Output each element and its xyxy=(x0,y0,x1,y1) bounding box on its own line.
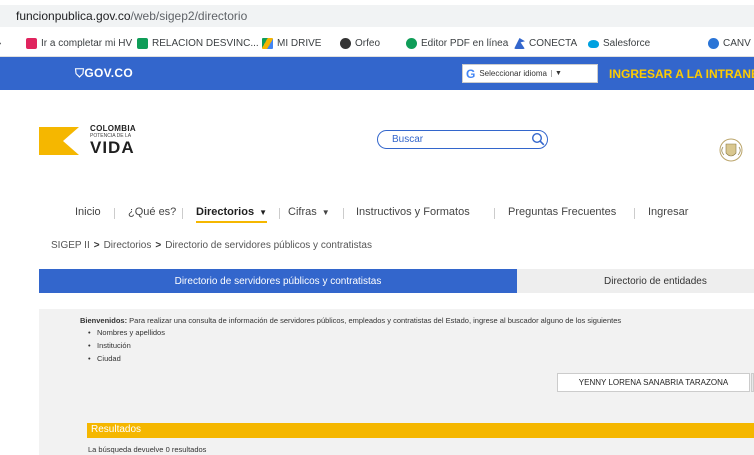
colombia-potencia-de-la-vida-logo[interactable]: COLOMBIA POTENCIA DE LA VIDA xyxy=(39,122,159,160)
sejda-icon xyxy=(406,38,417,49)
drive-icon xyxy=(262,38,273,49)
results-title: Resultados xyxy=(91,424,142,435)
nav-divider xyxy=(182,208,183,219)
logo-line1: COLOMBIA xyxy=(90,124,136,133)
tab-entidades[interactable]: Directorio de entidades xyxy=(517,269,754,293)
chevron-right-icon: > xyxy=(93,240,100,251)
search-box xyxy=(377,130,548,149)
browser-address-bar: funcionpublica.gov.co/web/sigep2/directo… xyxy=(0,0,754,31)
language-label: Seleccionar idioma xyxy=(479,69,547,78)
search-query-field[interactable]: YENNY LORENA SANABRIA TARAZONA xyxy=(557,373,750,392)
nav-directorios[interactable]: Directorios ▼ xyxy=(196,206,267,223)
bookmark-overflow[interactable]: › xyxy=(0,38,1,49)
nav-divider xyxy=(279,208,280,219)
google-translate-icon: G xyxy=(466,66,476,81)
list-item: Institución xyxy=(88,339,165,352)
bookmark-orfeo[interactable]: Orfeo xyxy=(340,38,380,49)
coat-of-arms-icon xyxy=(719,138,743,162)
bookmark-canva[interactable]: CANV xyxy=(708,38,751,49)
url-text[interactable]: funcionpublica.gov.co/web/sigep2/directo… xyxy=(16,9,247,23)
bookmark-label: CONECTA xyxy=(529,38,578,49)
search-input[interactable] xyxy=(392,133,517,146)
gov-co-bar: ⛉GOV.CO G Seleccionar idioma ▼ INGRESAR … xyxy=(0,57,754,90)
results-header: Resultados xyxy=(87,423,754,438)
search-criteria-list: Nombres y apellidos Institución Ciudad xyxy=(88,326,165,365)
breadcrumb: SIGEP II > Directorios > Directorio de servi… xyxy=(51,240,372,251)
nav-que-es[interactable]: ¿Qué es? xyxy=(128,206,176,218)
nav-divider xyxy=(343,208,344,219)
nav-ingresar[interactable]: Ingresar xyxy=(648,206,688,218)
search-icon[interactable] xyxy=(531,132,545,146)
nav-instructivos[interactable]: Instructivos y Formatos xyxy=(356,206,470,218)
logo-mark-icon xyxy=(39,127,79,155)
bookmark-relacion[interactable]: RELACION DESVINC... xyxy=(137,38,259,49)
bookmark-label: RELACION DESVINC... xyxy=(152,38,259,49)
bookmark-label: Orfeo xyxy=(355,38,381,49)
results-count-text: La búsqueda devuelve 0 resultados xyxy=(88,445,207,454)
canva-icon xyxy=(708,38,719,49)
logo-line3: VIDA xyxy=(90,138,135,157)
gov-co-logo[interactable]: ⛉GOV.CO xyxy=(75,66,133,81)
gov-shield-icon: ⛉ xyxy=(75,66,85,80)
breadcrumb-directorios[interactable]: Directorios xyxy=(104,240,152,251)
nav-divider xyxy=(634,208,635,219)
salesforce-cloud-icon xyxy=(588,39,599,48)
bookmark-label: MI DRIVE xyxy=(277,38,322,49)
bookmark-label: Ir a completar mi HV xyxy=(41,38,133,49)
chevron-down-icon: ▼ xyxy=(259,208,267,217)
bookmark-label: CANV xyxy=(723,38,751,49)
sheets-plus-icon xyxy=(137,38,148,49)
bookmark-mhv[interactable]: Ir a completar mi HV xyxy=(26,38,132,49)
mhv-icon xyxy=(26,38,37,49)
bookmark-label: Editor PDF en línea xyxy=(421,38,509,49)
url-domain: funcionpublica.gov.co xyxy=(16,9,131,23)
nav-divider xyxy=(114,208,115,219)
chevron-down-icon: ▼ xyxy=(550,70,562,77)
bookmark-salesforce[interactable]: Salesforce xyxy=(588,38,650,49)
nav-preguntas[interactable]: Preguntas Frecuentes xyxy=(508,206,616,218)
list-item: Nombres y apellidos xyxy=(88,326,165,339)
conecta-icon xyxy=(514,38,525,49)
nav-divider xyxy=(494,208,495,219)
language-selector[interactable]: G Seleccionar idioma ▼ xyxy=(462,64,598,83)
orfeo-icon xyxy=(340,38,351,49)
main-nav: Inicio ¿Qué es? Directorios ▼ Cifras ▼ Ins… xyxy=(0,202,754,224)
chevron-down-icon: ▼ xyxy=(321,208,330,217)
chevron-right-icon: > xyxy=(155,240,162,251)
bookmark-conecta[interactable]: CONECTA xyxy=(514,38,577,49)
url-path: /web/sigep2/directorio xyxy=(130,9,248,23)
bookmark-label: Salesforce xyxy=(603,38,651,49)
bookmark-drive[interactable]: MI DRIVE xyxy=(262,38,321,49)
welcome-text: Bienvenidos: Para realizar una consulta … xyxy=(80,316,622,325)
breadcrumb-sigep[interactable]: SIGEP II xyxy=(51,240,90,251)
list-item: Ciudad xyxy=(88,352,165,365)
bookmark-pdf-editor[interactable]: Editor PDF en línea xyxy=(406,38,508,49)
intranet-link[interactable]: INGRESAR A LA INTRANET xyxy=(609,67,754,81)
nav-inicio[interactable]: Inicio xyxy=(75,206,101,218)
nav-cifras[interactable]: Cifras ▼ xyxy=(288,206,330,218)
bookmarks-bar: › Ir a completar mi HV RELACION DESVINC.… xyxy=(0,31,754,57)
breadcrumb-current: Directorio de servidores públicos y cont… xyxy=(165,240,372,251)
tab-servidores-publicos[interactable]: Directorio de servidores públicos y cont… xyxy=(39,269,517,293)
